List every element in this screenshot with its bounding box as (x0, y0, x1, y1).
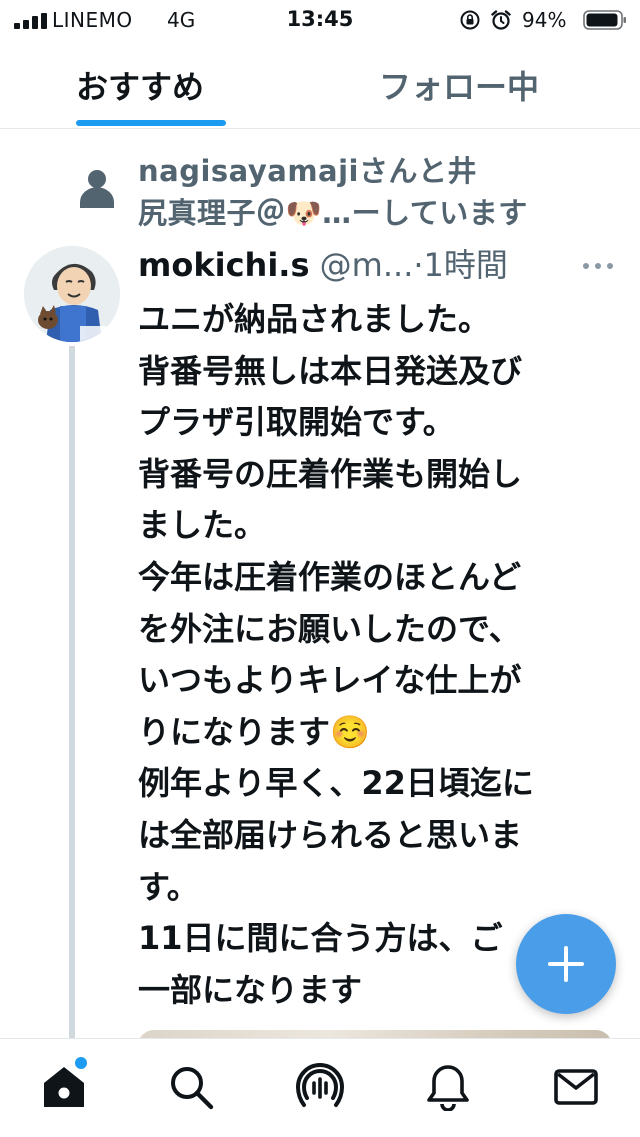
social-context-line: nagisayamajiさんと井 (138, 154, 477, 188)
person-icon (80, 170, 114, 208)
avatar[interactable] (24, 246, 120, 342)
spaces-icon[interactable] (296, 1063, 344, 1111)
social-context-line: 尻真理子＠🐶…ーしています (138, 196, 528, 230)
tweet-text[interactable]: ユニが納品されました。 背番号無しは本日発送及び プラザ引取開始です。背番号の圧着作… (138, 294, 608, 1016)
social-context[interactable]: nagisayamajiさんと井 尻真理子＠🐶…ーしています (138, 150, 598, 234)
home-unread-dot (73, 1055, 89, 1071)
battery-percent: 94% (522, 8, 567, 32)
tweet-text-line: 背番号無しは本日発送及び (138, 351, 523, 390)
user-handle[interactable]: @m... (320, 246, 414, 284)
more-dots-icon[interactable] (582, 262, 614, 270)
tweet-text-line: ユニが納品されました。 (138, 300, 491, 338)
tweet-text-line: 背番号の圧着作業も開始し (138, 454, 523, 493)
messages-icon[interactable] (552, 1063, 600, 1111)
avatar-image (24, 246, 120, 342)
tweet-text-line: プラザ引取開始です。 (138, 403, 455, 442)
tab-following[interactable]: フォロー中 (379, 62, 539, 108)
notifications-icon[interactable] (424, 1063, 472, 1111)
tweet-timestamp[interactable]: 1時間 (424, 246, 508, 284)
tweet-text-line: は全部届けられると思いま (138, 815, 523, 854)
tweet-text-line: を外注にお願いしたので、 (138, 609, 521, 648)
plus-icon (548, 946, 584, 982)
thread-line (69, 346, 75, 1046)
tweet-header: mokichi.s @m...·1時間 (138, 244, 568, 286)
battery-icon (583, 10, 626, 30)
tweet-text-line: ました。 (138, 506, 267, 545)
display-name[interactable]: mokichi.s (138, 246, 310, 284)
bottom-navigation (0, 1038, 640, 1137)
tweet-text-line: す。 (138, 867, 199, 906)
alarm-icon (491, 10, 511, 30)
status-bar: LINEMO 4G 13:45 94% (0, 0, 640, 40)
tweet-text-line: りになります☺️ (138, 712, 370, 751)
tweet-text-line: いつもよりキレイな仕上が (138, 661, 522, 700)
timeline-tabs: おすすめ フォロー中 (0, 40, 640, 129)
active-tab-indicator (76, 120, 226, 126)
separator-dot: · (413, 246, 424, 284)
tweet-text-line: 例年より早く、22日頃迄に (138, 764, 534, 803)
tweet-text-line: 今年は圧着作業のほとんど (138, 557, 522, 596)
compose-button[interactable] (516, 914, 616, 1014)
tab-recommended[interactable]: おすすめ (76, 62, 204, 108)
search-icon[interactable] (167, 1063, 215, 1111)
orientation-lock-icon (460, 10, 480, 30)
